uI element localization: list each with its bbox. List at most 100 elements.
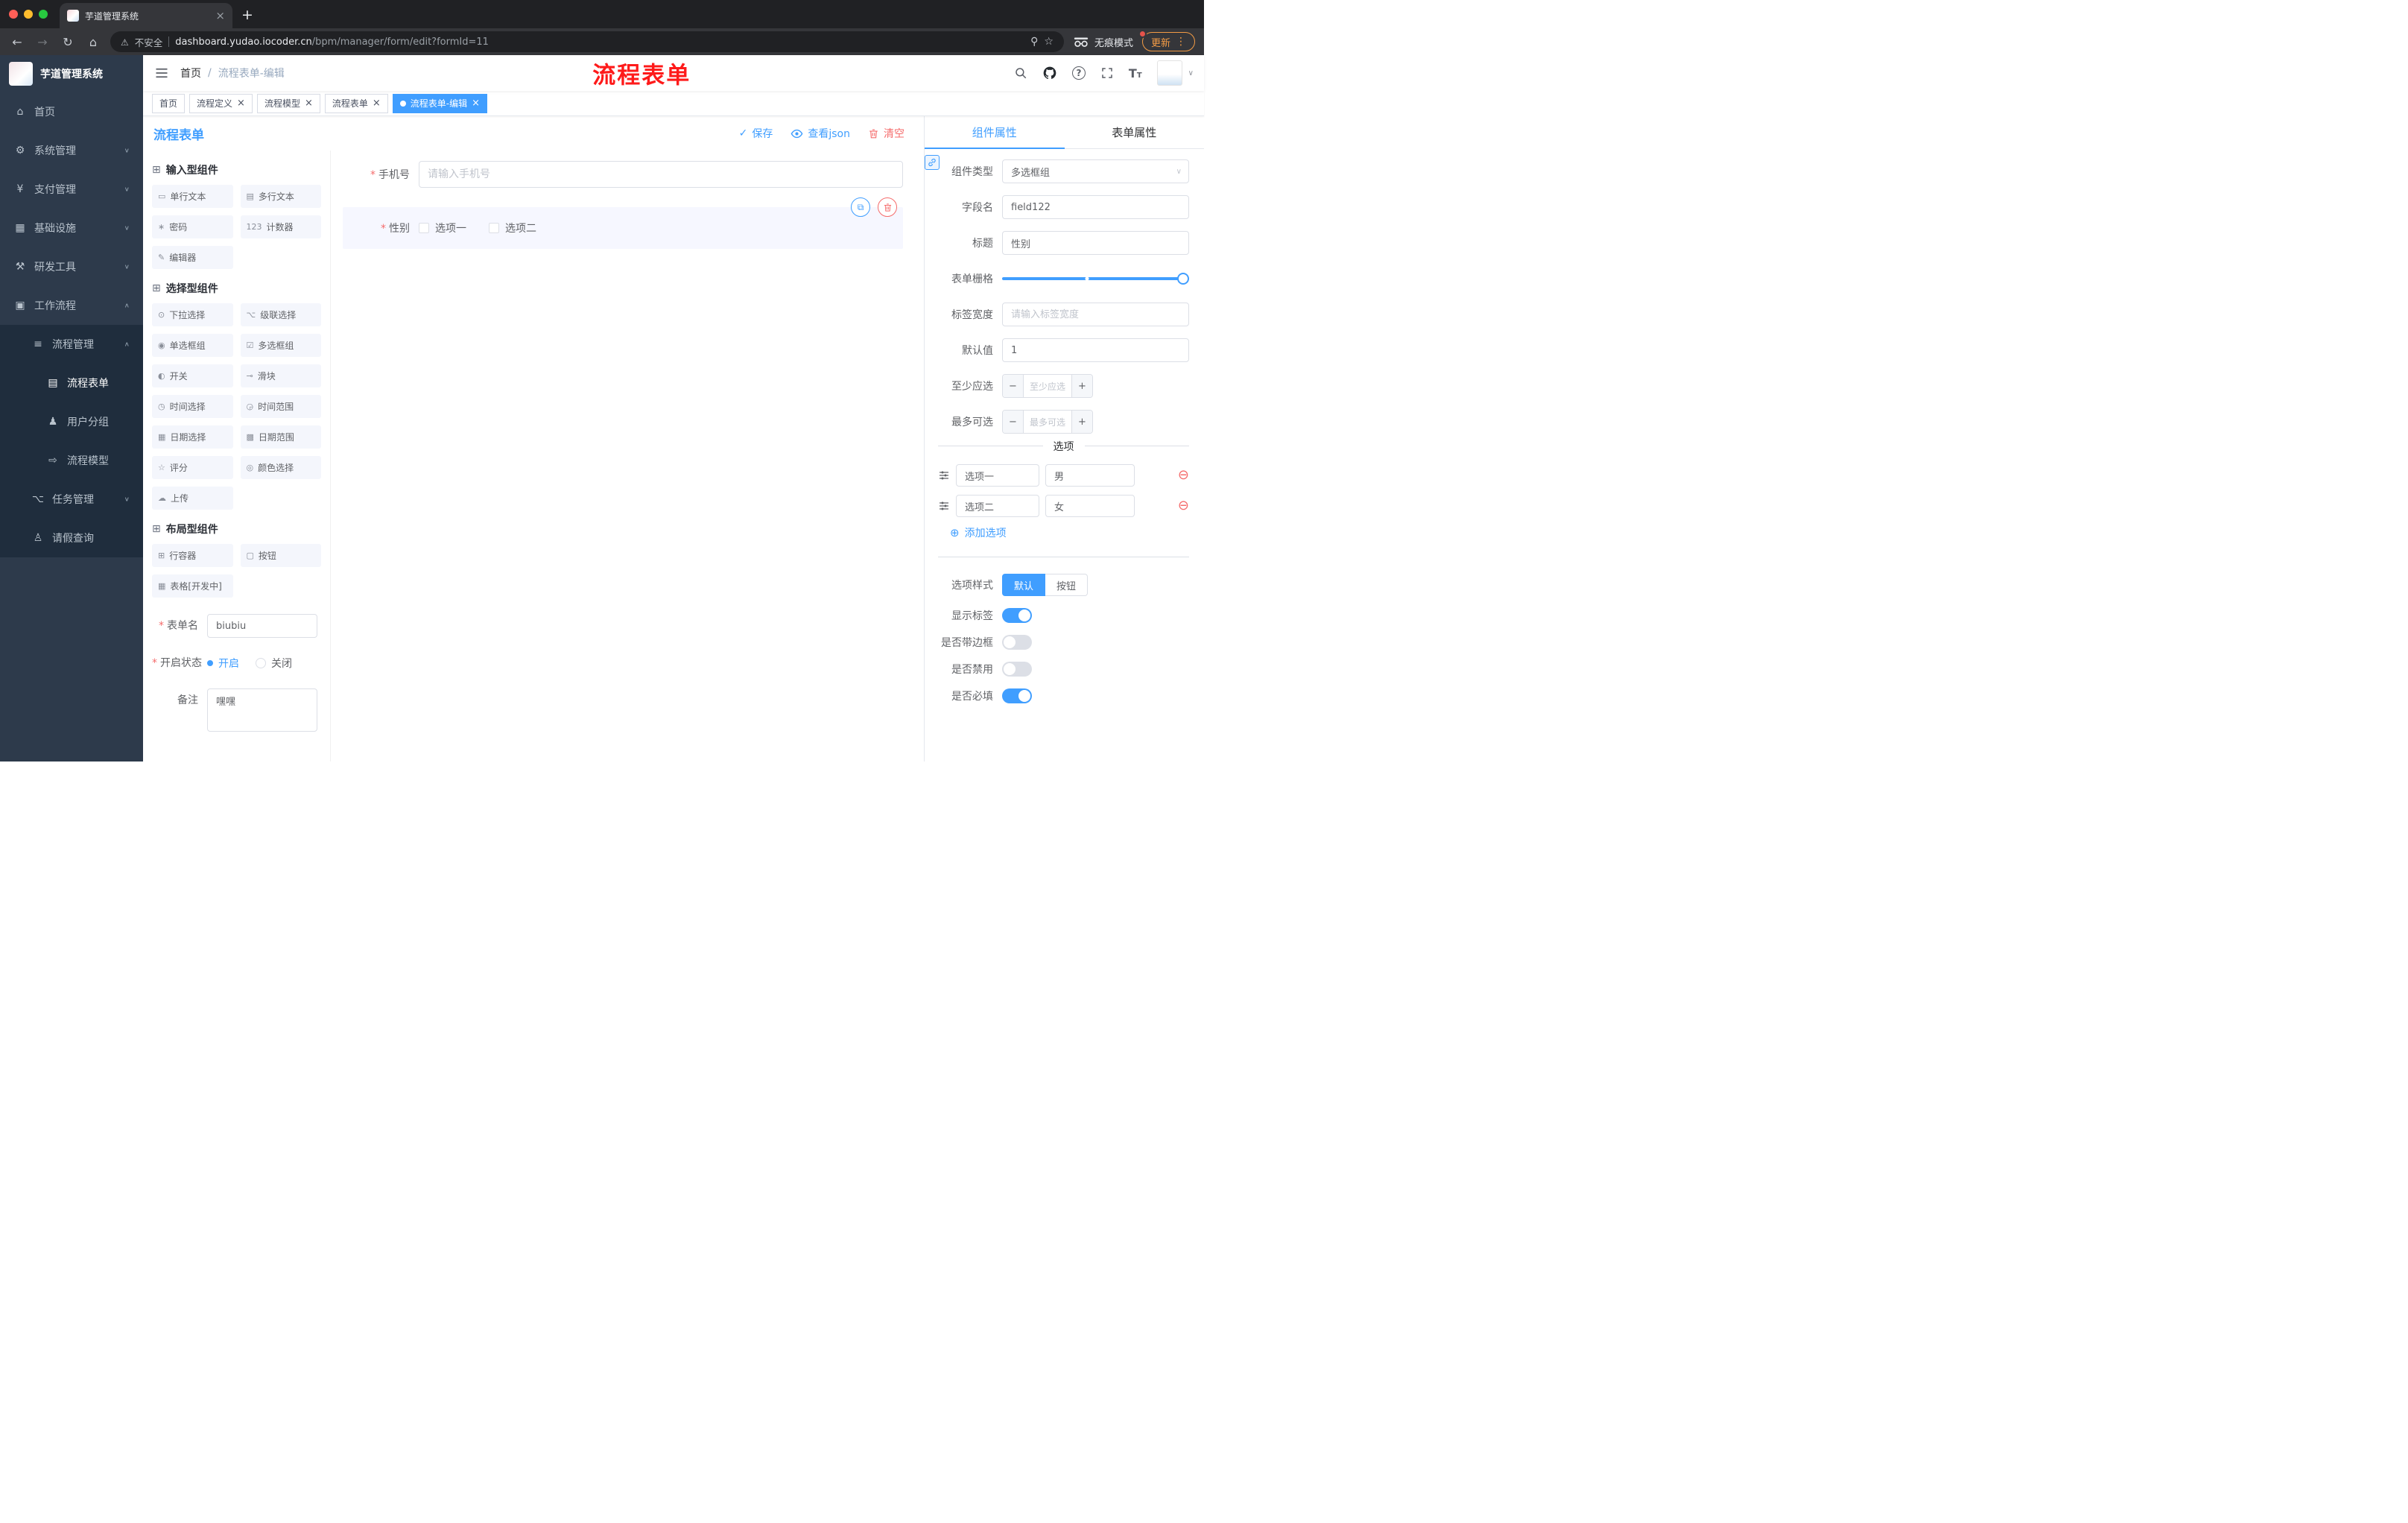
decrease-button[interactable] [1003,375,1024,397]
sidebar-item[interactable]: ♙ 请假查询 [0,519,143,557]
gender-option-1-checkbox[interactable]: 选项一 [419,221,466,235]
palette-component[interactable]: ◷ 时间选择 [152,395,233,418]
stepper-placeholder[interactable]: 至少应选 [1024,375,1071,397]
font-size-icon[interactable] [1129,66,1142,80]
sidebar-item[interactable]: ▣ 工作流程 ∧ [0,286,143,325]
drag-handle-icon[interactable] [938,469,950,481]
drag-handle-icon[interactable] [938,500,950,512]
breadcrumb-home[interactable]: 首页 [180,66,201,80]
option-label-input[interactable] [956,495,1039,517]
back-button[interactable] [9,35,25,49]
sidebar-item[interactable]: ≡ 流程管理 ∧ [0,325,143,364]
tab-component-props[interactable]: 组件属性 [925,116,1065,149]
style-button-button[interactable]: 按钮 [1045,574,1089,596]
palette-component[interactable]: ◎ 颜色选择 [240,456,321,479]
toggle-switch[interactable] [1002,688,1032,703]
palette-component[interactable]: ☁ 上传 [152,487,233,510]
add-option-button[interactable]: 添加选项 [950,525,1189,540]
palette-component[interactable]: ▦ 表格[开发中] [152,574,233,598]
palette-component[interactable]: ▭ 单行文本 [152,185,233,208]
increase-button[interactable] [1071,411,1092,433]
title-input[interactable] [1002,231,1189,255]
new-tab-button[interactable] [241,7,253,23]
slider-handle[interactable] [1177,273,1189,285]
browser-menu-icon[interactable] [1176,36,1186,48]
github-icon[interactable] [1042,66,1057,80]
tab-close-icon[interactable] [215,9,225,22]
reload-button[interactable] [60,35,76,49]
browser-tab[interactable]: 芋道管理系统 [60,3,232,28]
bookmark-star-icon[interactable] [1044,36,1054,48]
tag-item[interactable]: 流程表单-编辑 [392,93,488,113]
fullscreen-icon[interactable] [1100,66,1114,80]
stepper-placeholder[interactable]: 最多可选 [1024,411,1071,433]
tag-item[interactable]: 流程定义 [189,93,253,113]
sidebar-item[interactable]: ⌂ 首页 [0,92,143,131]
sidebar-item[interactable]: ⚒ 研发工具 ∨ [0,247,143,286]
tag-item[interactable]: 流程表单 [324,93,388,113]
gender-field-row-selected[interactable]: 性别 选项一 选项二 [343,197,903,249]
status-off-radio[interactable]: 关闭 [256,656,292,671]
address-bar[interactable]: 不安全 dashboard.yudao.iocoder.cn/bpm/manag… [110,31,1064,52]
sidebar-item[interactable]: ⇨ 流程模型 [0,441,143,480]
save-button[interactable]: 保存 [739,126,773,141]
avatar-caret-icon[interactable] [1188,69,1194,77]
palette-component[interactable]: ∗ 密码 [152,215,233,238]
tag-close-icon[interactable] [237,98,245,109]
toggle-switch[interactable] [1002,662,1032,677]
help-icon[interactable] [1071,66,1086,80]
palette-component[interactable]: ⊸ 滑块 [240,364,321,387]
delete-component-button[interactable] [878,197,897,217]
forward-button[interactable] [34,35,51,49]
palette-component[interactable]: ▩ 日期范围 [240,425,321,449]
sidebar-item[interactable]: ⚙ 系统管理 ∨ [0,131,143,170]
component-type-select[interactable]: 多选框组 [1002,159,1189,183]
palette-component[interactable]: ☆ 评分 [152,456,233,479]
browser-update-button[interactable]: 更新 [1141,32,1195,51]
grid-slider[interactable] [1002,267,1189,291]
phone-input[interactable] [419,161,903,188]
tag-item[interactable]: 首页 [152,93,186,113]
toggle-switch[interactable] [1002,635,1032,650]
form-remark-textarea[interactable]: 嘿嘿 [207,688,317,732]
minimize-window-button[interactable] [24,10,33,19]
sidebar-item[interactable]: ▤ 流程表单 [0,364,143,402]
palette-component[interactable]: ⌥ 级联选择 [240,303,321,326]
palette-component[interactable]: 123 计数器 [240,215,321,238]
password-key-icon[interactable] [1030,36,1038,48]
palette-component[interactable]: ✎ 编辑器 [152,246,233,269]
sidebar-item[interactable]: ♟ 用户分组 [0,402,143,441]
tag-close-icon[interactable] [373,98,381,109]
remove-option-icon[interactable] [1178,469,1189,482]
palette-component[interactable]: ⊙ 下拉选择 [152,303,233,326]
sidebar-item[interactable]: ▦ 基础设施 ∨ [0,209,143,247]
palette-component[interactable]: ◉ 单选框组 [152,334,233,357]
tag-close-icon[interactable] [305,98,313,109]
palette-component[interactable]: ⊞ 行容器 [152,544,233,567]
sidebar-item[interactable]: ⌥ 任务管理 ∨ [0,480,143,519]
palette-component[interactable]: ▤ 多行文本 [240,185,321,208]
increase-button[interactable] [1071,375,1092,397]
toggle-switch[interactable] [1002,608,1032,623]
decrease-button[interactable] [1003,411,1024,433]
palette-component[interactable]: ◐ 开关 [152,364,233,387]
style-default-button[interactable]: 默认 [1002,574,1046,596]
tag-close-icon[interactable] [472,98,480,109]
zoom-window-button[interactable] [39,10,48,19]
palette-component[interactable]: ▦ 日期选择 [152,425,233,449]
home-button[interactable] [85,35,101,49]
option-value-input[interactable] [1045,495,1135,517]
remove-option-icon[interactable] [1178,499,1189,513]
close-window-button[interactable] [9,10,18,19]
palette-component[interactable]: ☑ 多选框组 [240,334,321,357]
option-value-input[interactable] [1045,464,1135,487]
option-label-input[interactable] [956,464,1039,487]
user-avatar[interactable] [1156,60,1182,86]
copy-component-button[interactable] [851,197,870,217]
gender-option-2-checkbox[interactable]: 选项二 [489,221,536,235]
search-icon[interactable] [1014,66,1027,80]
collapse-sidebar-button[interactable] [143,67,180,79]
form-name-input[interactable] [207,614,317,638]
palette-component[interactable]: ▢ 按钮 [240,544,321,567]
view-json-button[interactable]: 查看json [790,126,850,141]
